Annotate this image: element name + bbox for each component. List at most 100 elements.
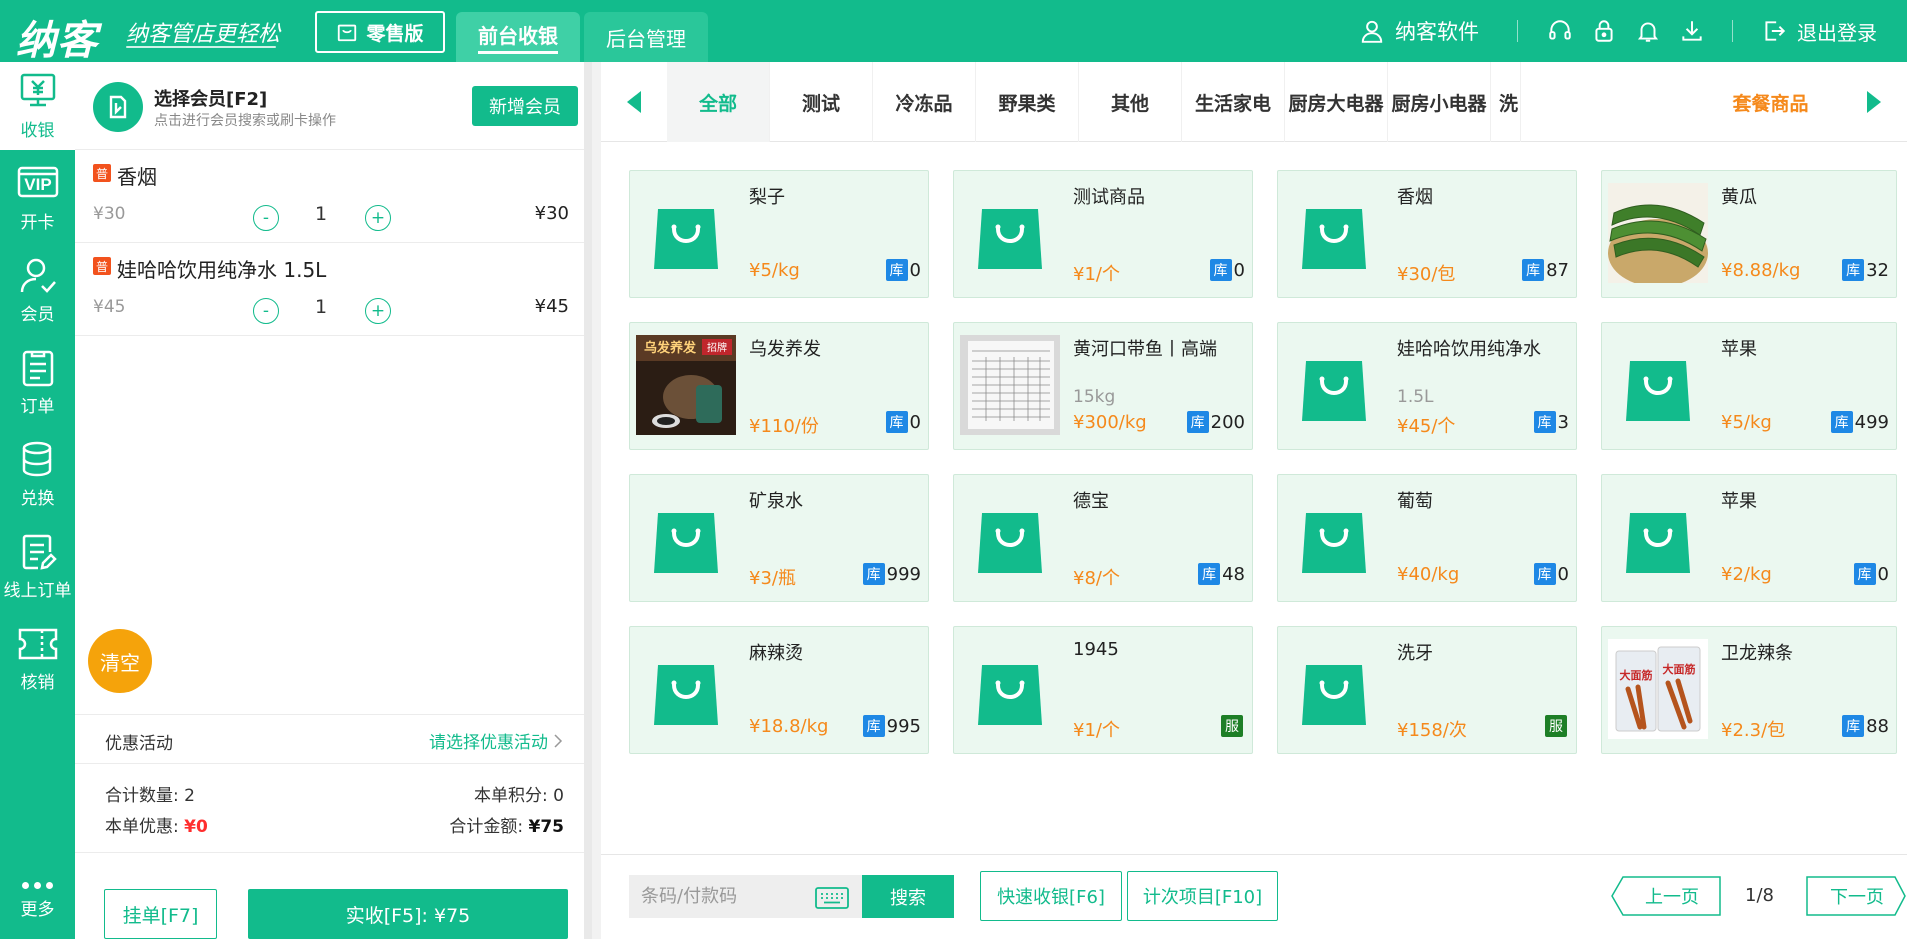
product-stock: 库 87 <box>1522 259 1569 281</box>
nav-verify[interactable]: 核销 <box>0 614 75 702</box>
category-next-button[interactable] <box>1841 62 1907 142</box>
notification-button[interactable] <box>1626 18 1670 44</box>
stock-badge: 库 <box>1209 259 1232 281</box>
product-card[interactable]: 香烟 ¥30/包 库 87 <box>1277 170 1577 298</box>
download-button[interactable] <box>1670 18 1714 44</box>
product-price: ¥45/个 <box>1397 416 1456 437</box>
increase-qty-button[interactable]: + <box>365 298 391 324</box>
product-image <box>960 183 1060 283</box>
nav-orders[interactable]: 订单 <box>0 338 75 426</box>
product-card[interactable]: 娃哈哈饮用纯净水 1.5L ¥45/个 库 3 <box>1277 322 1577 450</box>
spicy-strip-image: 大面筋 大面筋 <box>1608 639 1708 739</box>
clear-cart-button[interactable]: 清空 <box>88 629 152 693</box>
nav-checkout[interactable]: 收银 <box>0 62 75 150</box>
product-card[interactable]: 麻辣烫 ¥18.8/kg 库 995 <box>629 626 929 754</box>
hold-order-button[interactable]: 挂单[F7] <box>104 889 217 939</box>
quick-checkout-button[interactable]: 快速收银[F6] <box>980 871 1122 921</box>
cart-item-unit-price: ¥45 <box>93 297 126 317</box>
pay-button[interactable]: 实收[F5]: ¥75 <box>248 889 568 939</box>
product-price: ¥30/包 <box>1397 264 1456 285</box>
product-image: 乌发养发 招牌 <box>636 335 736 435</box>
category-tab[interactable]: 全部 <box>667 62 770 142</box>
prev-page-button[interactable]: 上一页 <box>1611 876 1721 920</box>
product-card[interactable]: 乌发养发 招牌 乌发养发 ¥110/份库 0 <box>629 322 929 450</box>
total-qty-value: 2 <box>184 786 195 806</box>
category-tab[interactable]: 洗 <box>1491 62 1521 142</box>
stock-count: 32 <box>1866 259 1889 281</box>
category-tab[interactable]: 野果类 <box>976 62 1079 142</box>
product-price: ¥110/份 <box>749 416 819 437</box>
keyboard-icon[interactable] <box>815 887 849 909</box>
nav-online-orders[interactable]: 线上订单 <box>0 522 75 610</box>
product-card[interactable]: 苹果 ¥2/kg 库 0 <box>1601 474 1897 602</box>
increase-qty-button[interactable]: + <box>365 205 391 231</box>
edition-label: 零售版 <box>366 22 424 45</box>
cart-item[interactable]: 普 香烟 ¥30 - 1 + ¥30 <box>75 151 584 243</box>
category-tab[interactable]: 厨房小电器 <box>1388 62 1491 142</box>
stock-badge: 库 <box>1533 563 1556 585</box>
product-price: ¥1/个 <box>1073 264 1120 285</box>
cart-item-qty[interactable]: 1 <box>315 296 327 318</box>
product-price: ¥5/kg <box>749 260 800 281</box>
category-prev-button[interactable] <box>601 62 667 142</box>
nav-members[interactable]: 会员 <box>0 246 75 334</box>
points-value: 0 <box>553 786 564 806</box>
category-tab[interactable]: 生活家电 <box>1182 62 1285 142</box>
count-items-button[interactable]: 计次项目[F10] <box>1127 871 1278 921</box>
support-button[interactable] <box>1538 18 1582 44</box>
shopping-bag-icon <box>1302 665 1366 725</box>
cashier-icon <box>20 73 55 106</box>
tab-front-checkout[interactable]: 前台收银 <box>456 12 580 62</box>
tab-label: 后台管理 <box>606 26 686 51</box>
product-card[interactable]: 梨子 ¥5/kg 库 0 <box>629 170 929 298</box>
product-stock: 库 200 <box>1186 411 1245 433</box>
product-card[interactable]: 苹果 ¥5/kg 库 499 <box>1601 322 1897 450</box>
shopping-bag-icon <box>1302 513 1366 573</box>
promotion-row[interactable]: 优惠活动 请选择优惠活动 <box>75 714 584 764</box>
edition-badge[interactable]: 零售版 <box>315 11 445 53</box>
category-tab[interactable]: 测试 <box>770 62 873 142</box>
product-card[interactable]: 洗牙 ¥158/次 服 <box>1277 626 1577 754</box>
select-promotion-link[interactable]: 请选择优惠活动 <box>429 728 564 753</box>
product-card[interactable]: 1945 ¥1/个 服 <box>953 626 1253 754</box>
lock-button[interactable] <box>1582 18 1626 44</box>
order-summary: 合计数量: 2 本单积分: 0 本单优惠: ¥0 合计金额: ¥75 <box>75 768 584 856</box>
product-name: 测试商品 <box>1073 187 1145 208</box>
category-tab[interactable]: 厨房大电器 <box>1285 62 1388 142</box>
product-card[interactable]: 大面筋 大面筋 卫龙辣条 ¥2.3/包库 88 <box>1601 626 1897 754</box>
search-button[interactable]: 搜索 <box>862 875 954 918</box>
category-combo[interactable]: 套餐商品 <box>1698 62 1843 142</box>
product-card[interactable]: 黄瓜 ¥8.88/kg 库 32 <box>1601 170 1897 298</box>
cart-item[interactable]: 普 娃哈哈饮用纯净水 1.5L ¥45 - 1 + ¥45 <box>75 244 584 336</box>
category-tab[interactable]: 其他 <box>1079 62 1182 142</box>
more-icon <box>22 882 53 889</box>
next-page-button[interactable]: 下一页 <box>1806 876 1907 920</box>
cart-item-qty[interactable]: 1 <box>315 203 327 225</box>
product-price: ¥1/个 <box>1073 720 1120 741</box>
category-tab[interactable]: 冷冻品 <box>873 62 976 142</box>
nav-exchange[interactable]: 兑换 <box>0 430 75 518</box>
product-card[interactable]: 矿泉水 ¥3/瓶 库 999 <box>629 474 929 602</box>
member-select[interactable]: 选择会员[F2] 点击进行会员搜索或刷卡操作 新增会员 <box>75 62 584 150</box>
add-member-button[interactable]: 新增会员 <box>472 86 578 126</box>
decrease-qty-button[interactable]: - <box>253 205 279 231</box>
product-card[interactable]: 测试商品 ¥1/个 库 0 <box>953 170 1253 298</box>
stock-badge: 库 <box>885 411 908 433</box>
product-name: 黄瓜 <box>1721 187 1757 208</box>
order-discount: 本单优惠: ¥0 <box>105 812 208 837</box>
nav-open-card[interactable]: VIP 开卡 <box>0 154 75 242</box>
nav-label: 开卡 <box>20 212 55 233</box>
product-image <box>960 487 1060 587</box>
logout-button[interactable]: 退出登录 <box>1761 17 1877 46</box>
stock-badge: 库 <box>1522 259 1545 281</box>
product-card[interactable]: 黄河口带鱼丨高端 15kg ¥300/kg 库 200 <box>953 322 1253 450</box>
tab-back-office[interactable]: 后台管理 <box>584 12 708 62</box>
product-name: 黄河口带鱼丨高端 <box>1073 339 1217 360</box>
product-card[interactable]: 德宝 ¥8/个 库 48 <box>953 474 1253 602</box>
product-stock: 服 <box>1221 715 1245 737</box>
user-menu[interactable]: 纳客软件 <box>1359 16 1479 46</box>
product-card[interactable]: 葡萄 ¥40/kg 库 0 <box>1277 474 1577 602</box>
nav-more[interactable]: 更多 <box>0 882 75 920</box>
stock-count: 999 <box>886 563 921 585</box>
decrease-qty-button[interactable]: - <box>253 298 279 324</box>
